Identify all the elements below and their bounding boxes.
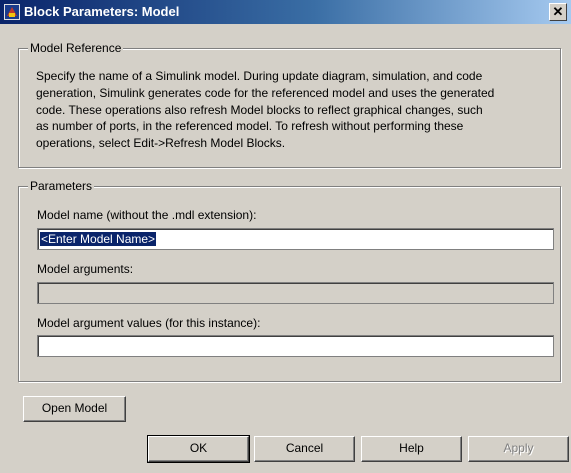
model-arguments-label: Model arguments: (37, 262, 134, 276)
model-name-value: <Enter Model Name> (40, 232, 157, 246)
cancel-button[interactable]: Cancel (254, 436, 355, 462)
model-reference-legend: Model Reference (28, 41, 124, 55)
model-name-field[interactable]: <Enter Model Name> (37, 228, 554, 250)
description-line: code. These operations also refresh Mode… (36, 102, 483, 117)
model-reference-description: Specify the name of a Simulink model. Du… (36, 68, 556, 152)
model-name-label: Model name (without the .mdl extension): (37, 208, 257, 222)
title-bar[interactable]: Block Parameters: Model ✕ (0, 0, 571, 24)
model-argument-values-label: Model argument values (for this instance… (37, 316, 261, 330)
open-model-button[interactable]: Open Model (23, 396, 126, 422)
close-button[interactable]: ✕ (549, 3, 567, 21)
parameters-legend: Parameters (28, 179, 95, 193)
description-line: generation, Simulink generates code for … (36, 85, 495, 100)
simulink-block-icon (4, 4, 20, 20)
close-icon: ✕ (552, 4, 564, 19)
description-line: operations, select Edit->Refresh Model B… (36, 136, 286, 151)
ok-button[interactable]: OK (147, 435, 250, 463)
model-argument-values-field[interactable] (37, 335, 554, 357)
apply-button[interactable]: Apply (468, 436, 569, 462)
window-title: Block Parameters: Model (24, 4, 180, 19)
description-line: Specify the name of a Simulink model. Du… (36, 69, 483, 83)
description-line: as number of ports, in the referenced mo… (36, 119, 464, 134)
help-button[interactable]: Help (361, 436, 462, 462)
model-arguments-field (37, 282, 554, 304)
